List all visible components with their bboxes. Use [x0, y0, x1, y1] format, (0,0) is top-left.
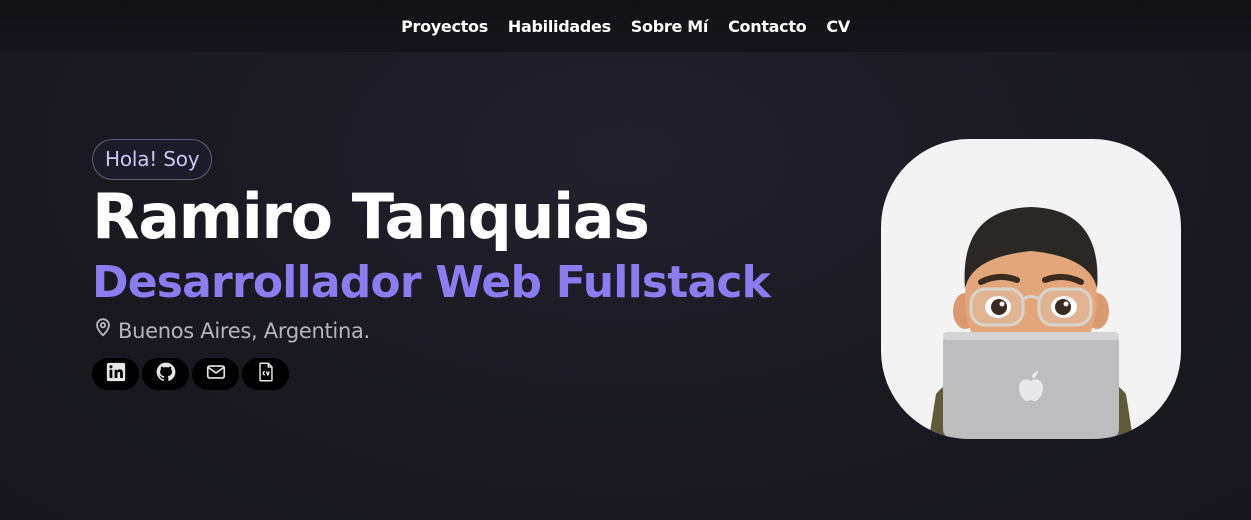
memoji-avatar-image: [929, 207, 1133, 439]
location-text: Buenos Aires, Argentina.: [118, 319, 370, 343]
nav-link-cv[interactable]: CV: [826, 17, 850, 36]
github-icon: [155, 361, 177, 387]
email-button[interactable]: [192, 358, 239, 390]
linkedin-button[interactable]: [92, 358, 139, 390]
hero-section: Hola! Soy Ramiro Tanquias Desarrollador …: [92, 139, 771, 390]
location: Buenos Aires, Argentina.: [92, 316, 770, 346]
mail-icon: [205, 361, 227, 387]
github-button[interactable]: [142, 358, 189, 390]
top-nav: Proyectos Habilidades Sobre Mí Contacto …: [0, 0, 1251, 52]
linkedin-icon: [105, 361, 127, 387]
nav-link-habilidades[interactable]: Habilidades: [508, 17, 611, 36]
nav-link-proyectos[interactable]: Proyectos: [401, 17, 488, 36]
nav-link-sobre-mi[interactable]: Sobre Mí: [631, 17, 709, 36]
map-pin-icon: [92, 316, 114, 346]
avatar: [881, 139, 1181, 439]
hero-role: Desarrollador Web Fullstack: [92, 257, 771, 308]
social-links: [92, 358, 770, 390]
nav-link-contacto[interactable]: Contacto: [728, 17, 807, 36]
hero-name: Ramiro Tanquias: [92, 180, 650, 253]
cv-icon: [255, 361, 277, 387]
greeting-badge: Hola! Soy: [92, 139, 213, 180]
cv-button[interactable]: [242, 358, 289, 390]
